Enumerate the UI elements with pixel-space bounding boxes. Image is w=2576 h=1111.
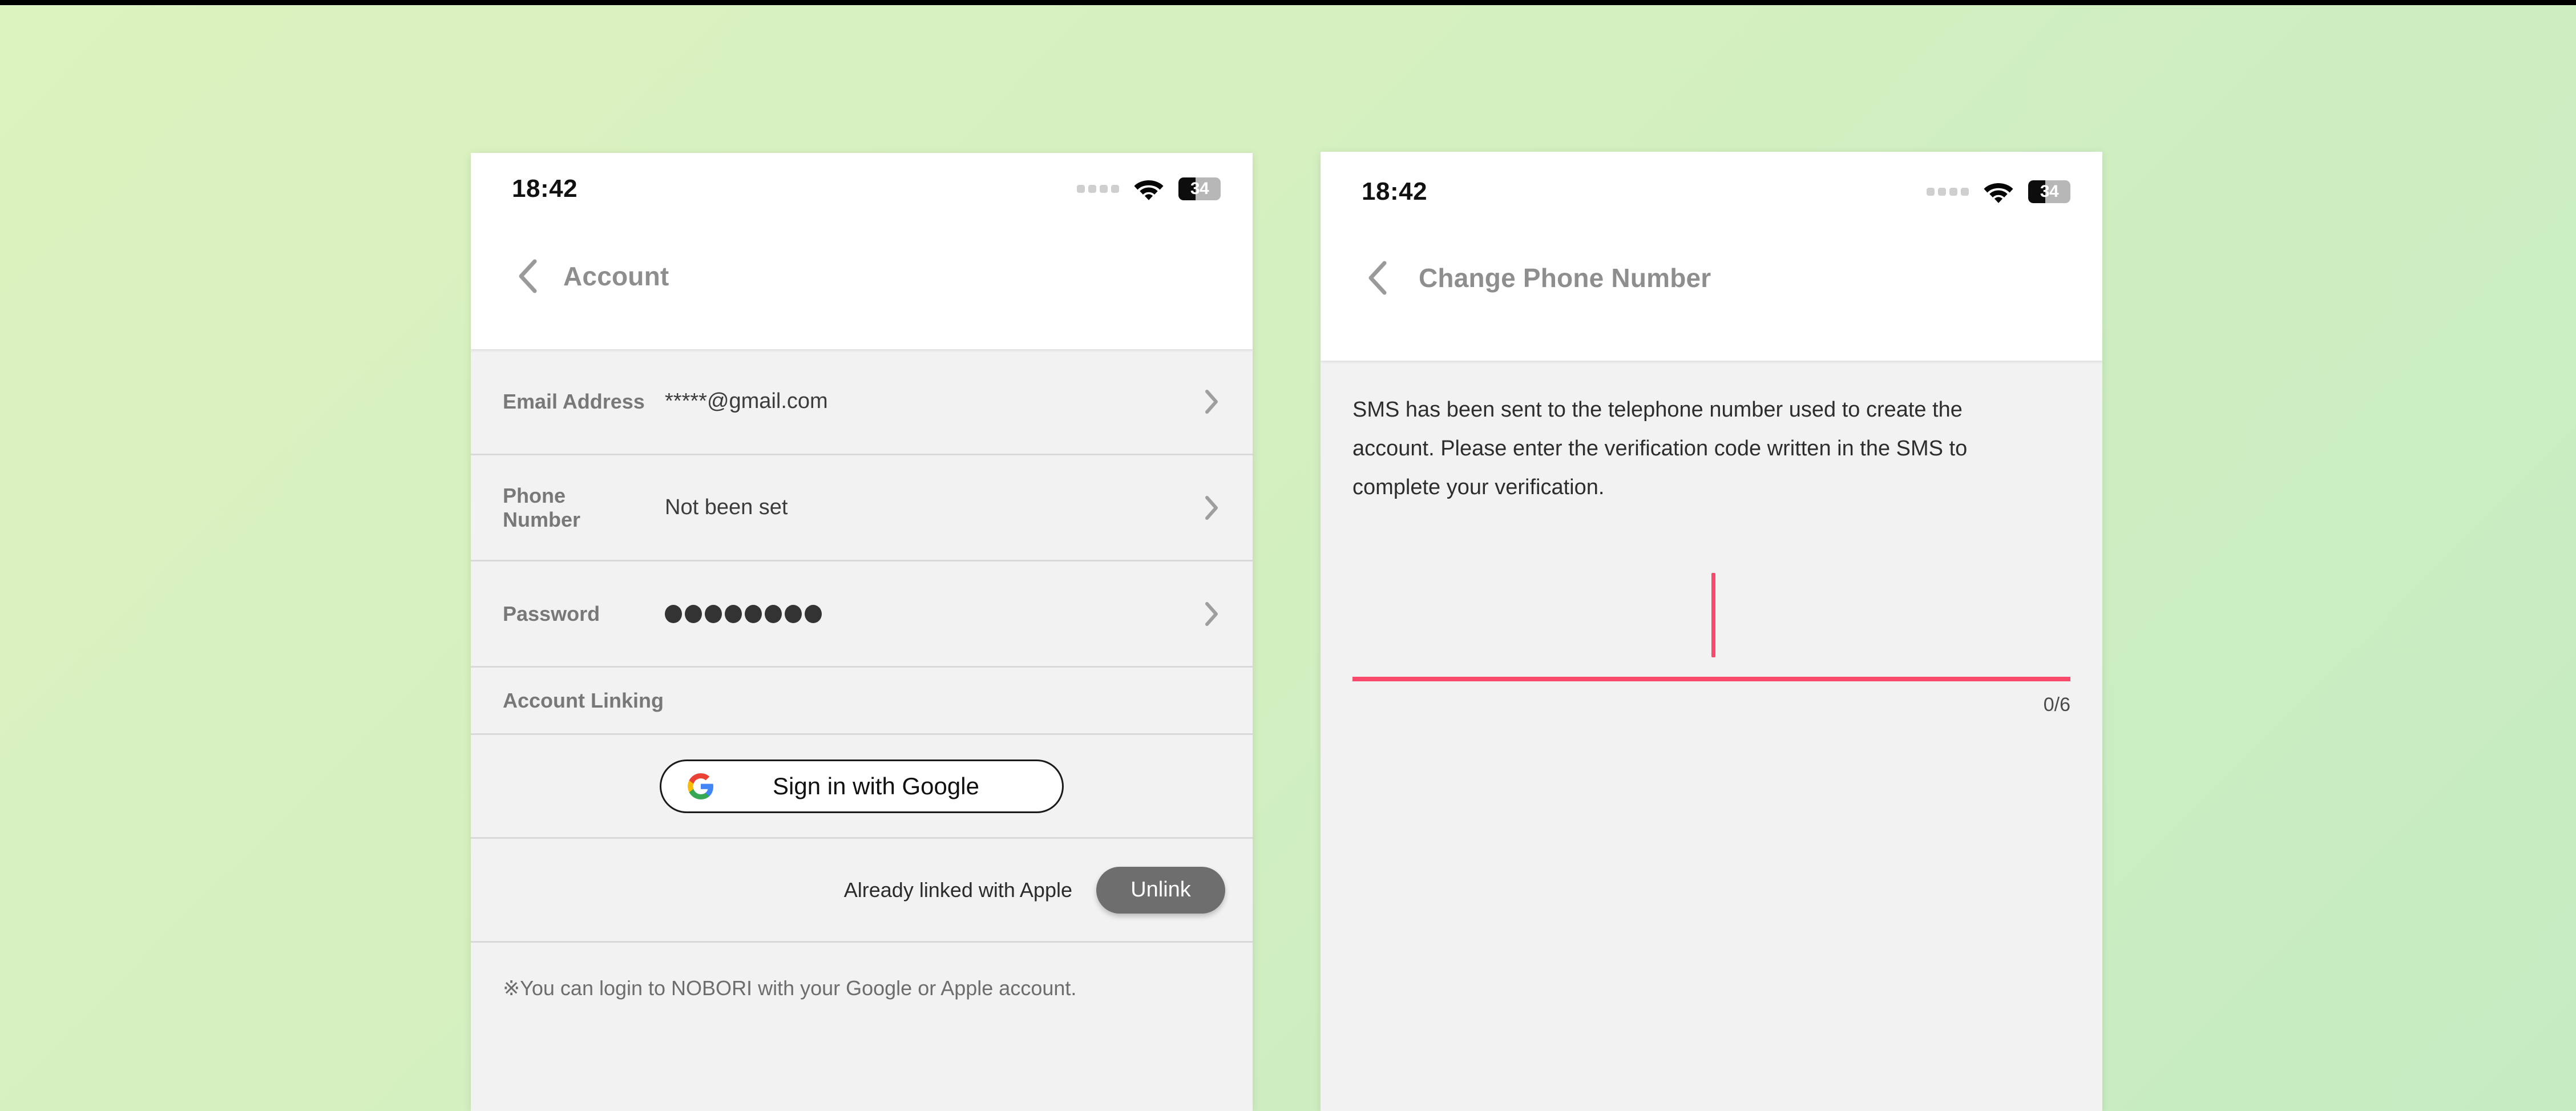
sms-description-text: SMS has been sent to the telephone numbe… [1352, 398, 1968, 499]
page-title: Change Phone Number [1419, 263, 1711, 293]
left-phone-chrome: 18:42 34 Account [471, 153, 1253, 349]
nav-bar-left: Account [471, 225, 1253, 328]
unlink-button-label: Unlink [1130, 878, 1191, 902]
status-indicators: 34 [1927, 180, 2070, 203]
back-chevron-icon[interactable] [1365, 260, 1390, 296]
nav-bar-right: Change Phone Number [1321, 224, 2102, 332]
wifi-icon [1134, 180, 1164, 200]
status-bar-right: 18:42 34 [1321, 152, 2102, 224]
unlink-button[interactable]: Unlink [1096, 866, 1225, 914]
account-screen-panel: 18:42 34 Account Email Address *****@gma… [471, 153, 1253, 1111]
status-time: 18:42 [512, 175, 578, 203]
signal-dots-icon [1077, 185, 1119, 193]
page-title: Account [563, 261, 669, 291]
signal-dots-icon [1927, 188, 1969, 196]
sms-verification-body: SMS has been sent to the telephone numbe… [1321, 361, 2102, 716]
top-black-bar [0, 0, 2576, 5]
row-value-email: *****@gmail.com [665, 389, 828, 413]
google-button-label: Sign in with Google [773, 772, 979, 799]
status-time: 18:42 [1362, 177, 1428, 205]
text-caret [1711, 573, 1715, 657]
wifi-icon [1984, 183, 2013, 203]
verification-code-input[interactable] [1352, 563, 2070, 681]
section-header-account-linking: Account Linking [471, 668, 1253, 735]
section-header-label: Account Linking [503, 688, 664, 712]
right-phone-chrome: 18:42 34 Change Phone Number [1321, 152, 2102, 361]
account-settings-list: Email Address *****@gmail.com Phone Numb… [471, 349, 1253, 1004]
row-label: Password [503, 601, 600, 625]
screenshot-canvas: 18:42 34 Account Email Address *****@gma… [0, 0, 2576, 1111]
back-chevron-icon[interactable] [515, 258, 540, 294]
chevron-right-icon [1205, 601, 1218, 626]
battery-icon: 34 [2028, 180, 2070, 203]
footnote-row: ※You can login to NOBORI with your Googl… [471, 943, 1253, 1004]
battery-percent: 34 [2040, 182, 2059, 201]
change-phone-number-screen-panel: 18:42 34 Change Phone Number SMS has bee… [1321, 152, 2102, 1111]
footnote-text: ※You can login to NOBORI with your Googl… [503, 976, 1077, 1000]
row-email-address[interactable]: Email Address *****@gmail.com [471, 349, 1253, 455]
status-indicators: 34 [1077, 177, 1221, 200]
google-signin-row: Sign in with Google [471, 735, 1253, 839]
chevron-right-icon [1205, 389, 1218, 414]
battery-percent: 34 [1190, 179, 1209, 198]
row-phone-number[interactable]: Phone Number Not been set [471, 455, 1253, 561]
apple-link-status: Already linked with Apple [843, 878, 1072, 902]
sign-in-with-google-button[interactable]: Sign in with Google [660, 759, 1064, 813]
row-label: Phone Number [503, 483, 581, 531]
apple-link-row: Already linked with Apple Unlink [471, 839, 1253, 943]
row-value-phone: Not been set [665, 495, 788, 519]
row-value-password-masked [645, 604, 1205, 623]
row-password[interactable]: Password [471, 561, 1253, 668]
code-character-counter: 0/6 [2043, 694, 2070, 716]
battery-icon: 34 [1178, 177, 1221, 200]
chevron-right-icon [1205, 495, 1218, 520]
row-label: Email Address [503, 389, 645, 413]
google-logo-icon [688, 773, 713, 799]
status-bar-left: 18:42 34 [471, 153, 1253, 225]
